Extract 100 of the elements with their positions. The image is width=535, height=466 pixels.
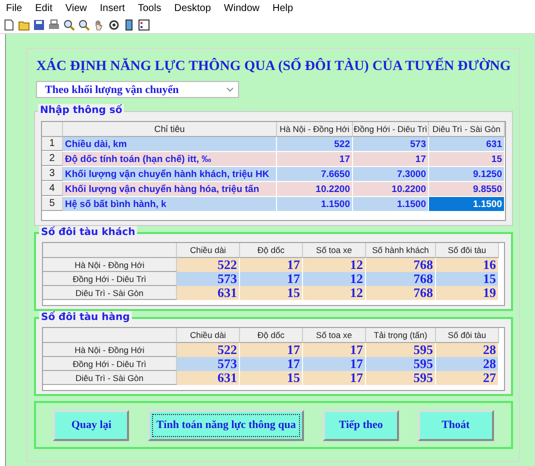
menu-item[interactable]: Insert [100, 3, 125, 14]
row-number: 4 [42, 182, 63, 196]
menu-item[interactable]: Help [272, 3, 294, 14]
result-cell: 768 [366, 272, 436, 286]
result-cell: 17 [303, 343, 366, 357]
parameter-label: Khối lượng vận chuyển hàng hóa, triệu tấn [63, 182, 277, 196]
result-cell: 595 [366, 371, 436, 385]
mode-dropdown[interactable]: Theo khối lượng vận chuyển [36, 81, 239, 98]
result-cell: 12 [303, 286, 366, 300]
zoom-in-icon[interactable] [63, 19, 75, 31]
route-label: Hà Nội - Đồng Hới [43, 258, 177, 272]
colorbar-icon[interactable] [123, 19, 135, 31]
column-header: Độ dốc [240, 328, 303, 343]
row-number: 3 [42, 167, 63, 181]
action-button[interactable]: Tiếp theo [322, 410, 399, 440]
result-cell: 17 [303, 357, 366, 371]
result-cell: 631 [177, 371, 240, 385]
column-header: Diêu Trì - Sài Gòn [429, 122, 505, 137]
column-header: Chiều dài [177, 328, 240, 343]
action-button[interactable]: Tính toán năng lực thông qua [148, 410, 304, 440]
result-cell: 28 [436, 357, 499, 371]
value-cell[interactable]: 573 [353, 137, 429, 151]
value-cell[interactable]: 15 [429, 152, 505, 166]
result-cell: 12 [303, 272, 366, 286]
result-cell: 19 [436, 286, 499, 300]
value-cell[interactable]: 1.1500 [429, 197, 505, 211]
route-label: Hà Nội - Đồng Hới [43, 343, 177, 357]
menu-item[interactable]: Window [224, 3, 260, 14]
result-cell: 15 [240, 286, 303, 300]
route-label: Diêu Trì - Sài Gòn [43, 286, 177, 300]
hand-icon[interactable] [93, 19, 105, 31]
menu-item[interactable]: Tools [138, 3, 162, 14]
value-cell[interactable]: 522 [277, 137, 353, 151]
menu-item[interactable]: File [6, 3, 22, 14]
column-header: Đồng Hới - Diêu Trì [353, 122, 429, 137]
column-header: Số đôi tàu [436, 328, 499, 343]
column-header: Số toa xe [303, 328, 366, 343]
row-number: 5 [42, 197, 63, 211]
corner-header [42, 122, 63, 137]
column-header: Hà Nội - Đồng Hới [277, 122, 353, 137]
route-label: Đồng Hới - Diêu Trì [43, 272, 177, 286]
parameter-label: Độ dốc tính toán (hạn chế) itt, ‰ [63, 152, 277, 166]
column-header: Số hành khách [366, 243, 436, 258]
result-cell: 522 [177, 343, 240, 357]
column-header: Tải trọng (tấn) [366, 328, 436, 343]
value-cell[interactable]: 9.8550 [429, 182, 505, 196]
open-folder-icon[interactable] [18, 19, 30, 31]
chevron-down-icon [226, 87, 234, 92]
result-cell: 27 [436, 371, 499, 385]
value-cell[interactable]: 10.2200 [353, 182, 429, 196]
parameter-label: Hệ số bất bình hành, k [63, 197, 277, 211]
row-number: 1 [42, 137, 63, 151]
print-icon[interactable] [48, 19, 60, 31]
parameter-label: Chiều dài, km [63, 137, 277, 151]
result-cell: 573 [177, 272, 240, 286]
value-cell[interactable]: 9.1250 [429, 167, 505, 181]
route-label: Đồng Hới - Diêu Trì [43, 357, 177, 371]
save-icon[interactable] [33, 19, 45, 31]
value-cell[interactable]: 10.2200 [277, 182, 353, 196]
result-cell: 17 [303, 371, 366, 385]
value-cell[interactable]: 1.1500 [277, 197, 353, 211]
column-header: Chỉ tiêu [63, 122, 277, 137]
menu-item[interactable]: Edit [35, 3, 52, 14]
new-file-icon[interactable] [3, 19, 15, 31]
value-cell[interactable]: 1.1500 [353, 197, 429, 211]
action-button[interactable]: Quay lại [53, 410, 130, 440]
route-label: Diêu Trì - Sài Gòn [43, 371, 177, 385]
result-cell: 631 [177, 286, 240, 300]
result-cell: 522 [177, 258, 240, 272]
row-number: 2 [42, 152, 63, 166]
result-cell: 768 [366, 286, 436, 300]
result-cell: 15 [436, 272, 499, 286]
panel-legend: Số đôi tàu hàng [39, 311, 132, 325]
result-cell: 12 [303, 258, 366, 272]
column-header: Số toa xe [303, 243, 366, 258]
value-cell[interactable]: 7.3000 [353, 167, 429, 181]
result-cell: 573 [177, 357, 240, 371]
result-cell: 595 [366, 357, 436, 371]
menu-item[interactable]: Desktop [174, 3, 211, 14]
result-cell: 16 [436, 258, 499, 272]
value-cell[interactable]: 17 [277, 152, 353, 166]
column-header: Độ dốc [240, 243, 303, 258]
result-cell: 15 [240, 371, 303, 385]
result-cell: 28 [436, 343, 499, 357]
action-button[interactable]: Thoát [418, 410, 494, 440]
result-cell: 17 [240, 258, 303, 272]
zoom-out-icon[interactable] [78, 19, 90, 31]
window-title: XÁC ĐỊNH NĂNG LỰC THÔNG QUA (SỐ ĐÔI TÀU) CỦA TUYẾN ĐƯỜNG [35, 59, 512, 75]
value-cell[interactable]: 7.6650 [277, 167, 353, 181]
value-cell[interactable]: 17 [353, 152, 429, 166]
menu-item[interactable]: View [65, 3, 87, 14]
result-cell: 768 [366, 258, 436, 272]
column-header: Số đôi tàu [436, 243, 499, 258]
result-cell: 17 [240, 357, 303, 371]
parameter-label: Khối lượng vận chuyển hành khách, triệu HK [63, 167, 277, 181]
result-cell: 17 [240, 343, 303, 357]
result-cell: 595 [366, 343, 436, 357]
panel-legend: Nhập thông số [38, 104, 124, 118]
legend-icon[interactable] [138, 19, 150, 31]
value-cell[interactable]: 631 [429, 137, 505, 151]
